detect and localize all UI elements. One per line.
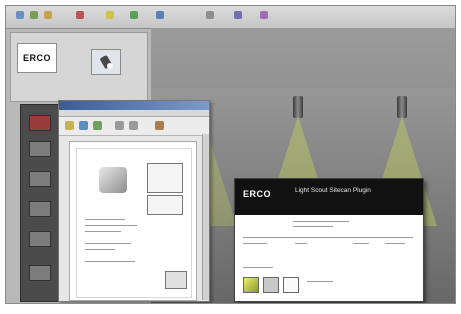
datasheet-toolbar (59, 117, 209, 136)
plugin-header: ERCO Light Scout Sitecan Plugin (235, 179, 423, 215)
tool-icon-1[interactable] (29, 115, 51, 131)
text-line (243, 267, 273, 268)
text-line (353, 243, 369, 244)
pointer-icon[interactable] (16, 11, 24, 19)
tool-icon-6[interactable] (29, 265, 51, 281)
dimension-drawing (147, 195, 183, 215)
fixture-preview-swatch[interactable] (263, 277, 279, 293)
datasheet-content (76, 148, 192, 298)
spot-preview-swatch[interactable] (283, 277, 299, 293)
plugin-logo: ERCO (243, 189, 272, 199)
camera-icon[interactable] (156, 11, 164, 19)
pan-icon[interactable] (76, 11, 84, 19)
spotlight-icon (100, 55, 113, 69)
layers-icon[interactable] (234, 11, 242, 19)
help-icon[interactable] (260, 11, 268, 19)
text-line (85, 249, 115, 250)
page-icon[interactable] (155, 121, 164, 130)
product-image (99, 167, 127, 193)
text-line (85, 231, 121, 232)
datasheet-titlebar[interactable] (59, 101, 209, 110)
search-icon[interactable] (93, 121, 102, 130)
save-icon[interactable] (79, 121, 88, 130)
print-icon[interactable] (65, 121, 74, 130)
text-line (307, 281, 333, 282)
logo-block (165, 271, 187, 289)
light-icon[interactable] (106, 11, 114, 19)
render-icon[interactable] (130, 11, 138, 19)
datasheet-page (69, 141, 197, 301)
rotate-icon[interactable] (30, 11, 38, 19)
text-line (385, 243, 405, 244)
text-line (243, 243, 267, 244)
dimension-drawing (147, 163, 183, 193)
text-line (293, 226, 333, 227)
datasheet-menubar[interactable] (59, 110, 209, 117)
text-line (295, 243, 307, 244)
erco-plugin-window: ERCO Light Scout Sitecan Plugin (234, 178, 424, 302)
datasheet-window (58, 100, 210, 302)
vertical-scrollbar[interactable] (202, 134, 209, 300)
tools-sidebar (20, 104, 60, 302)
erco-logo: ERCO (17, 43, 57, 73)
text-line (85, 243, 131, 244)
erco-logo-text: ERCO (22, 53, 51, 63)
spotlight-thumbnail[interactable] (91, 49, 121, 75)
text-line (243, 237, 413, 238)
text-line (85, 261, 135, 262)
settings-icon[interactable] (206, 11, 214, 19)
zoom-icon[interactable] (44, 11, 52, 19)
spotlight-fixture[interactable] (397, 96, 407, 118)
plugin-title: Light Scout Sitecan Plugin (295, 187, 371, 194)
plugin-body (235, 215, 423, 301)
tool-icon-4[interactable] (29, 201, 51, 217)
tool-icon-3[interactable] (29, 171, 51, 187)
zoom-in-icon[interactable] (115, 121, 124, 130)
beam-preview-swatch[interactable] (243, 277, 259, 293)
text-line (85, 219, 125, 220)
main-toolbar (6, 6, 455, 29)
tool-icon-2[interactable] (29, 141, 51, 157)
tool-icon-5[interactable] (29, 231, 51, 247)
text-line (85, 225, 137, 226)
text-line (293, 221, 349, 222)
zoom-out-icon[interactable] (129, 121, 138, 130)
screenshot-frame: ERCO ERCO Light Scout Sitecan Plugin (5, 5, 456, 304)
spotlight-fixture[interactable] (293, 96, 303, 118)
erco-library-panel: ERCO (10, 32, 148, 102)
